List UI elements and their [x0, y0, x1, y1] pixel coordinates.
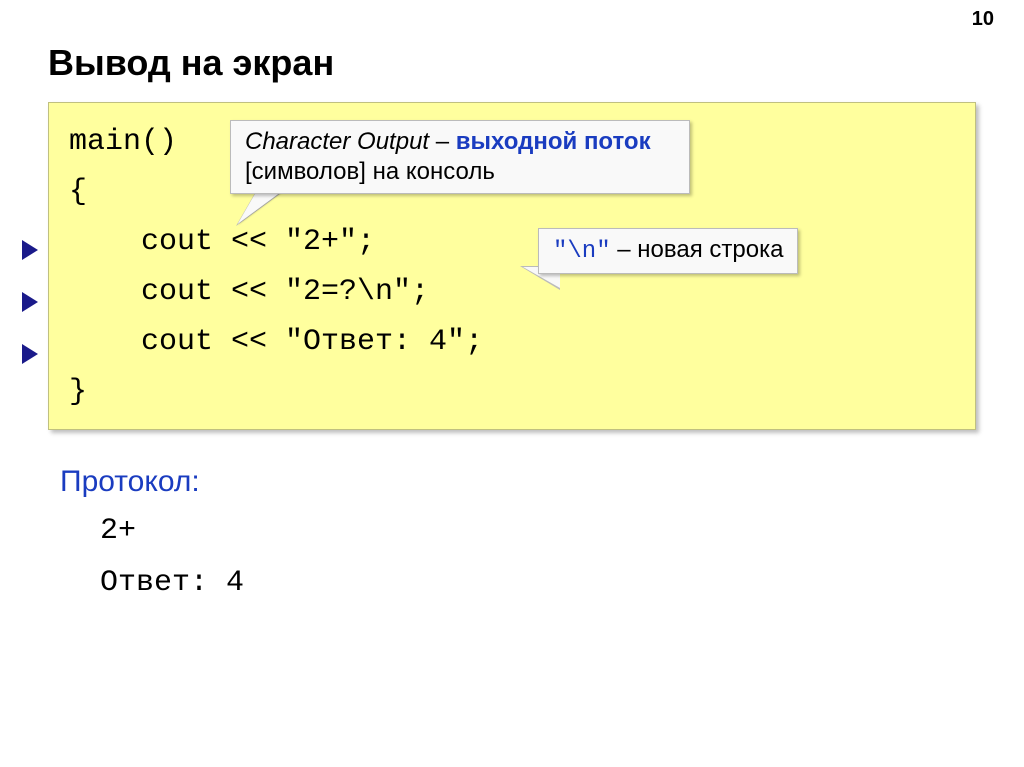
callout-text: [символов] на консоль: [245, 158, 495, 185]
code-line: cout << "2+";: [69, 217, 955, 267]
code-line: cout << "Ответ: 4";: [69, 317, 955, 367]
code-line: }: [69, 367, 955, 417]
protocol-output: 2+: [100, 514, 136, 548]
slide-title: Вывод на экран: [48, 42, 334, 84]
bullet-icon: [22, 292, 38, 312]
callout-character-output: Character Output – выходной поток [симво…: [230, 120, 690, 194]
bullet-icon: [22, 240, 38, 260]
protocol-label: Протокол:: [60, 465, 200, 499]
callout-text: новая строка: [637, 236, 783, 263]
callout-text: "\n": [553, 238, 611, 265]
page-number: 10: [972, 8, 994, 31]
protocol-output: Ответ: 4: [100, 566, 244, 600]
callout-text: –: [429, 128, 456, 155]
callout-text: выходной поток: [456, 128, 651, 155]
callout-text: Character Output: [245, 128, 429, 155]
callout-newline: "\n" – новая строка: [538, 228, 798, 274]
code-line: cout << "2=?\n";: [69, 267, 955, 317]
bullet-icon: [22, 344, 38, 364]
callout-text: –: [611, 236, 638, 263]
